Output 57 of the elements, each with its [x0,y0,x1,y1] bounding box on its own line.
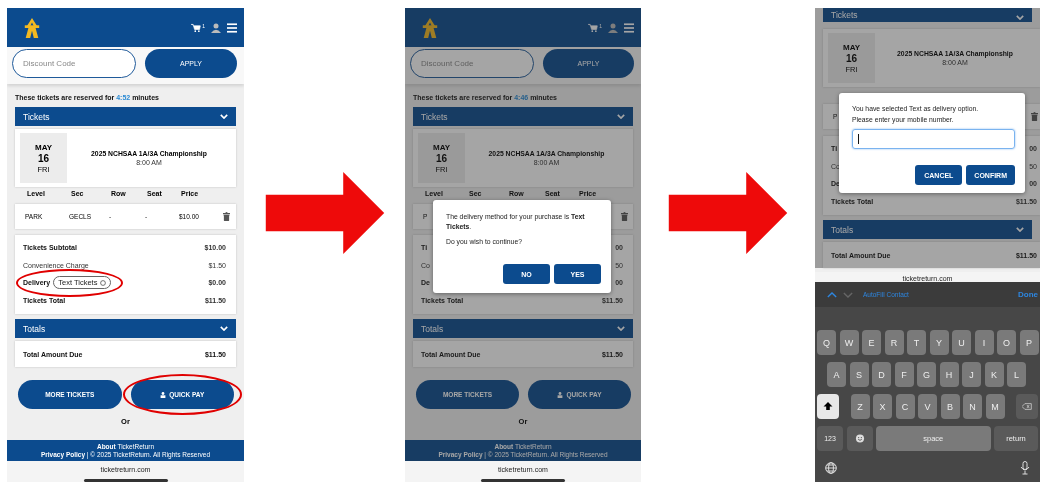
cart-icon[interactable] [191,22,202,33]
section-header[interactable]: Totals [15,319,236,338]
keyboard-key[interactable]: U [952,330,971,355]
keyboard-key[interactable]: B [940,394,960,419]
keyboard-key[interactable]: F [894,362,914,387]
person-icon [557,391,564,398]
keyboard-key[interactable]: O [997,330,1016,355]
mobile-number-field[interactable] [852,128,1015,149]
keyboard-key[interactable]: A [827,362,846,387]
menu-icon[interactable] [624,22,634,33]
keyboard-key[interactable]: C [895,394,915,419]
globe-icon[interactable] [825,461,837,475]
keyboard-key[interactable]: V [918,394,937,419]
emoji-icon [854,434,865,443]
shift-arrow-icon [823,402,833,411]
keyboard-key[interactable]: H [939,362,959,387]
keyboard-key[interactable]: K [984,362,1004,387]
discount-code-field[interactable]: Discount Code [12,49,136,78]
trash-icon[interactable] [223,212,230,221]
keyboard-key[interactable]: T [907,330,926,355]
keyboard-key[interactable]: I [974,330,994,355]
keyboard-key[interactable]: X [873,394,892,419]
keyboard-key[interactable]: G [917,362,936,387]
keyboard-key[interactable]: P [1019,330,1039,355]
keyboard-key[interactable]: D [872,362,891,387]
keyboard-key[interactable]: W [839,330,859,355]
trash-icon[interactable] [621,212,628,221]
microphone-icon[interactable] [1019,461,1031,475]
section-header[interactable]: Totals [413,319,633,338]
backspace-key[interactable] [1016,394,1038,419]
section-header[interactable]: Tickets [15,107,236,126]
keyboard-key[interactable]: N [963,394,982,419]
keyboard-key[interactable]: R [884,330,904,355]
keyboard-key[interactable]: Q [817,330,836,355]
section-header[interactable]: Totals [823,220,1032,239]
section-header[interactable]: Tickets [413,107,633,126]
person-icon [160,391,167,398]
person-icon[interactable] [608,22,618,33]
keyboard-key[interactable]: S [849,362,869,387]
shift-key[interactable] [817,394,839,419]
keyboard-key[interactable]: L [1007,362,1026,387]
keyboard-key[interactable]: J [962,362,981,387]
keyboard-key[interactable]: Z [850,394,870,419]
trash-icon[interactable] [1031,112,1038,121]
emoji-key[interactable] [846,426,873,451]
backspace-icon [1022,402,1032,411]
text-cursor [858,133,859,144]
menu-icon[interactable] [227,22,237,33]
section-header[interactable]: Tickets [823,8,1032,22]
up-down-icon [100,279,107,286]
chevron-up-icon[interactable] [827,291,837,298]
cart-icon[interactable] [588,22,599,33]
done-button[interactable]: Done [1018,290,1038,299]
keyboard-key[interactable]: E [862,330,881,355]
keyboard-key[interactable]: M [985,394,1005,419]
person-icon[interactable] [211,22,221,33]
keyboard-key[interactable]: Y [929,330,949,355]
